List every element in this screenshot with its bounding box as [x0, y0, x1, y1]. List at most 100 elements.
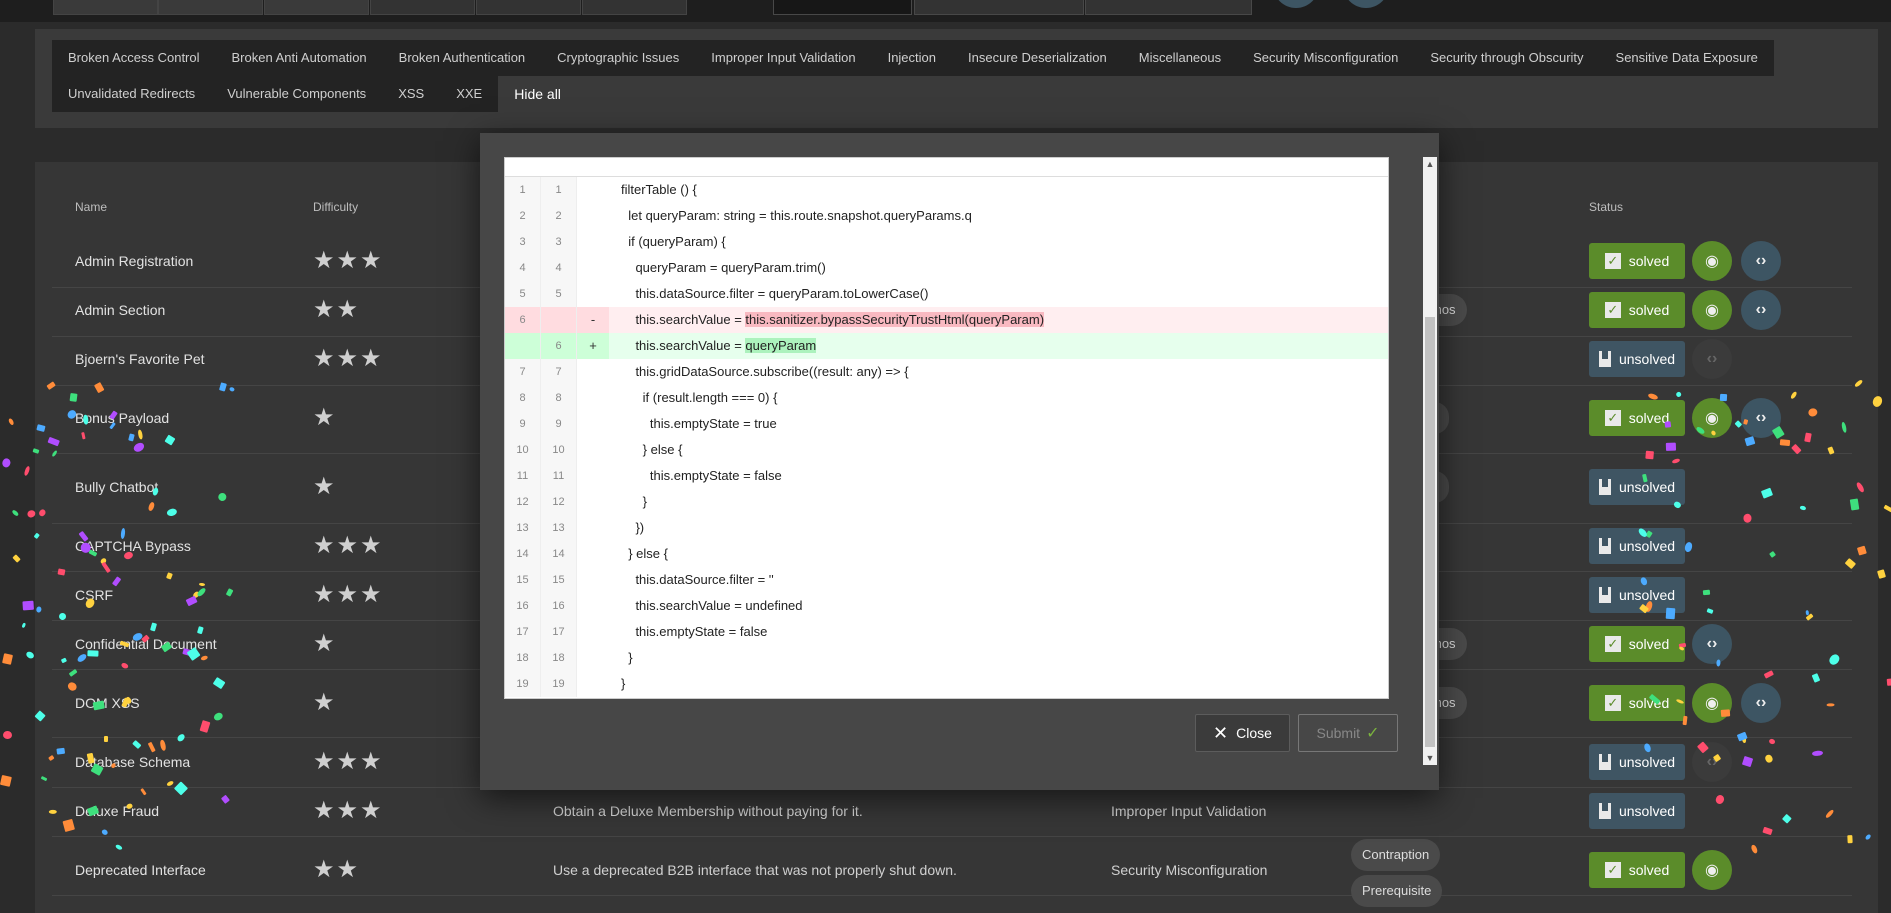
- category-chip[interactable]: Broken Access Control: [52, 40, 216, 76]
- category-chip[interactable]: Cryptographic Issues: [541, 40, 696, 76]
- status-button[interactable]: unsolved: [1589, 528, 1685, 564]
- row-divider: [52, 895, 1852, 896]
- category-chip[interactable]: Security through Obscurity: [1414, 40, 1600, 76]
- status-label: solved: [1628, 302, 1670, 318]
- progress-tile-5[interactable]: [476, 0, 581, 15]
- category-chip[interactable]: Broken Anti Automation: [215, 40, 383, 76]
- bookmark-icon: [1598, 351, 1611, 367]
- progress-tile-4[interactable]: [370, 0, 475, 15]
- status-button[interactable]: ✓ solved: [1589, 685, 1685, 721]
- category-chip[interactable]: Security Misconfiguration: [1237, 40, 1415, 76]
- status-button[interactable]: ✓ solved: [1589, 243, 1685, 279]
- hint-shield-icon[interactable]: ◉: [1692, 850, 1732, 890]
- category-chip[interactable]: Miscellaneous: [1122, 40, 1238, 76]
- old-line-number: 4: [505, 255, 541, 281]
- challenge-category: Improper Input Validation: [1111, 803, 1267, 819]
- bookmark-icon: [1598, 754, 1611, 770]
- old-line-number: 5: [505, 281, 541, 307]
- top-tab-3[interactable]: [1085, 0, 1252, 15]
- difficulty-stars: ★: [313, 404, 337, 431]
- code-text: this.searchValue = queryParam: [621, 338, 817, 353]
- difficulty-stars: ★: [313, 473, 337, 500]
- header-name[interactable]: Name: [75, 200, 107, 214]
- code-icon[interactable]: ‹›: [1741, 241, 1781, 281]
- challenge-name: Bully Chatbot: [75, 479, 159, 495]
- new-line-number: [541, 307, 577, 333]
- confetti-piece: [23, 465, 32, 477]
- code-icon[interactable]: ‹›: [1741, 398, 1781, 438]
- category-chip[interactable]: Improper Input Validation: [695, 40, 872, 76]
- old-line-number: 9: [505, 411, 541, 437]
- hint-shield-icon[interactable]: ◉: [1692, 290, 1732, 330]
- category-chip[interactable]: Injection: [871, 40, 952, 76]
- new-line-number: 6: [541, 333, 577, 359]
- confetti-piece: [21, 622, 26, 629]
- status-button[interactable]: ✓ solved: [1589, 852, 1685, 888]
- code-diff-viewer[interactable]: 1 1 filterTable () {2 2 let queryParam: str…: [504, 157, 1389, 699]
- challenge-name: Admin Section: [75, 302, 166, 318]
- close-button[interactable]: ✕ Close: [1195, 714, 1290, 752]
- old-line-number: 1: [505, 177, 541, 203]
- scroll-down-arrow-icon[interactable]: ▼: [1423, 751, 1437, 765]
- diff-marker: [577, 489, 609, 515]
- top-tab-2[interactable]: [914, 0, 1084, 15]
- hint-shield-icon[interactable]: ◉: [1692, 241, 1732, 281]
- status-button[interactable]: unsolved: [1589, 341, 1685, 377]
- new-line-number: 5: [541, 281, 577, 307]
- hide-all-button[interactable]: Hide all: [498, 76, 577, 112]
- new-line-number: 4: [541, 255, 577, 281]
- diff-header-cut: [505, 158, 1388, 177]
- progress-tile-1[interactable]: [53, 0, 158, 15]
- status-button[interactable]: unsolved: [1589, 469, 1685, 505]
- submit-button[interactable]: Submit ✓: [1298, 714, 1398, 752]
- status-button[interactable]: unsolved: [1589, 744, 1685, 780]
- hint-shield-icon[interactable]: ◉: [1692, 683, 1732, 723]
- category-chip[interactable]: Broken Authentication: [382, 40, 542, 76]
- checkbox-checked-icon: ✓: [1604, 636, 1621, 652]
- category-chip[interactable]: Unvalidated Redirects: [52, 76, 212, 112]
- top-tab-1[interactable]: [773, 0, 912, 15]
- new-line-number: 10: [541, 437, 577, 463]
- code-icon[interactable]: ‹›: [1692, 624, 1732, 664]
- hint-shield-icon[interactable]: ◉: [1692, 398, 1732, 438]
- status-button[interactable]: ✓ solved: [1589, 626, 1685, 662]
- code-icon[interactable]: ‹›: [1741, 290, 1781, 330]
- header-difficulty[interactable]: Difficulty: [313, 200, 358, 214]
- diff-removed-line: 6 - this.searchValue = this.sanitizer.byp…: [505, 307, 1388, 333]
- status-label: solved: [1628, 253, 1670, 269]
- scrollbar-thumb[interactable]: [1425, 317, 1435, 747]
- code-icon[interactable]: ‹›: [1741, 683, 1781, 723]
- status-button[interactable]: ✓ solved: [1589, 400, 1685, 436]
- status-button[interactable]: ✓ solved: [1589, 292, 1685, 328]
- bookmark-icon: [1598, 587, 1611, 603]
- status-label: unsolved: [1618, 538, 1676, 554]
- progress-tile-6[interactable]: [582, 0, 687, 15]
- confetti-piece: [1882, 504, 1891, 514]
- dialog-scrollbar[interactable]: ▲ ▼: [1423, 157, 1437, 765]
- diff-line: 10 10 } else {: [505, 437, 1388, 463]
- category-chip[interactable]: Insecure Deserialization: [952, 40, 1123, 76]
- status-button[interactable]: unsolved: [1589, 793, 1685, 829]
- progress-tile-3[interactable]: [264, 0, 369, 15]
- category-row-2: Unvalidated Redirects Vulnerable Componen…: [52, 76, 577, 112]
- confetti-piece: [1, 457, 12, 469]
- code-icon[interactable]: ‹›: [1692, 742, 1732, 782]
- progress-tile-2[interactable]: [158, 0, 263, 15]
- scroll-up-arrow-icon[interactable]: ▲: [1423, 157, 1437, 171]
- bookmark-icon: [1598, 479, 1611, 495]
- category-chip[interactable]: Vulnerable Components: [211, 76, 383, 112]
- code-icon[interactable]: ‹›: [1692, 339, 1732, 379]
- status-button[interactable]: unsolved: [1589, 577, 1685, 613]
- challenge-name: Admin Registration: [75, 253, 194, 269]
- category-chip[interactable]: XSS: [382, 76, 441, 112]
- category-chip[interactable]: Sensitive Data Exposure: [1599, 40, 1774, 76]
- new-line-number: 1: [541, 177, 577, 203]
- confetti-piece: [7, 417, 15, 427]
- checkbox-checked-icon: ✓: [1604, 253, 1621, 269]
- category-chip[interactable]: XXE: [440, 76, 499, 112]
- code-text: } else {: [621, 546, 668, 561]
- code-text: this.dataSource.filter = '': [621, 572, 774, 587]
- status-label: unsolved: [1618, 351, 1676, 367]
- confetti-piece: [1877, 568, 1887, 579]
- header-status[interactable]: Status: [1589, 200, 1623, 214]
